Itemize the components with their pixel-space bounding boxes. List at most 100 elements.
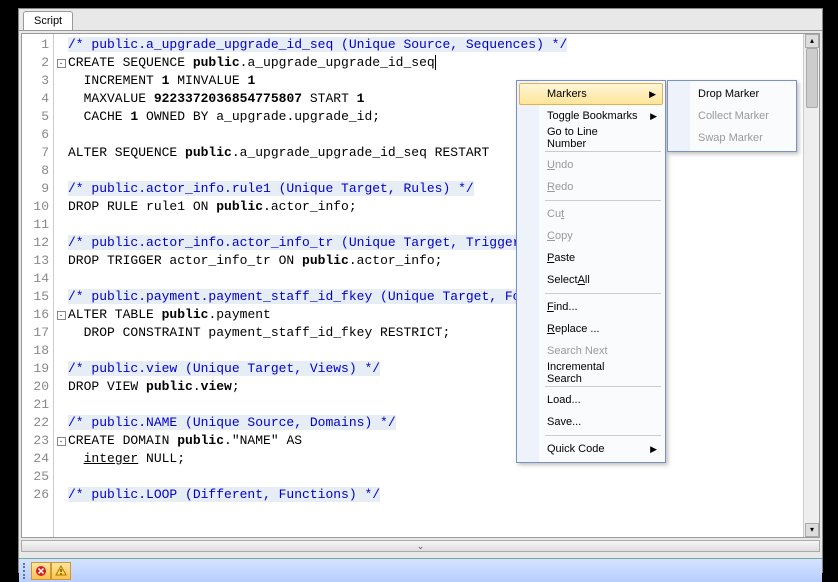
menu-item-collect-marker: Collect Marker [670,105,794,127]
code-line[interactable]: DROP VIEW public.view; [68,378,803,396]
menu-item-drop-marker[interactable]: Drop Marker [670,83,794,105]
code-line[interactable]: /* public.actor_info.actor_info_tr (Uniq… [68,234,803,252]
vertical-scrollbar[interactable]: ▴ ▾ [803,34,819,537]
code-line[interactable]: DROP RULE rule1 ON public.actor_info; [68,198,803,216]
code-line[interactable] [68,468,803,486]
menu-item-paste[interactable]: Paste [519,247,663,269]
code-line[interactable]: /* public.LOOP (Different, Functions) */ [68,486,803,504]
code-line[interactable]: ALTER TABLE public.payment [68,306,803,324]
menu-item-load[interactable]: Load... [519,389,663,411]
menu-item-select-all[interactable]: Select All [519,269,663,291]
submenu-arrow-icon: ▶ [650,111,657,122]
line-number: 10 [22,198,53,216]
line-number: 19 [22,360,53,378]
code-line[interactable]: integer NULL; [68,450,803,468]
menu-item-redo: Redo [519,176,663,198]
fold-cell [54,486,68,504]
line-number: 8 [22,162,53,180]
code-line[interactable]: /* public.actor_info.rule1 (Unique Targe… [68,180,803,198]
line-number: 5 [22,108,53,126]
fold-cell: - [54,306,68,324]
fold-cell [54,234,68,252]
line-number: 21 [22,396,53,414]
fold-cell [54,252,68,270]
line-number: 25 [22,468,53,486]
fold-cell: - [54,432,68,450]
chevron-down-icon: ⌄ [417,541,425,552]
line-number: 9 [22,180,53,198]
code-line[interactable]: DROP TRIGGER actor_info_tr ON public.act… [68,252,803,270]
menu-separator [545,386,661,387]
line-number: 7 [22,144,53,162]
code-line[interactable] [68,270,803,288]
fold-toggle[interactable]: - [57,59,66,68]
warning-button[interactable] [51,562,71,580]
line-number: 13 [22,252,53,270]
tab-script[interactable]: Script [23,11,73,30]
context-menu[interactable]: Markers▶Toggle Bookmarks▶Go to Line Numb… [516,80,666,463]
scroll-up-button[interactable]: ▴ [805,34,819,48]
fold-cell [54,90,68,108]
fold-cell [54,342,68,360]
status-bar [19,558,822,582]
fold-cell [54,378,68,396]
code-line[interactable]: CREATE SEQUENCE public.a_upgrade_upgrade… [68,54,803,72]
menu-item-markers[interactable]: Markers▶ [519,83,663,105]
line-number: 22 [22,414,53,432]
tab-bar: Script [19,9,822,31]
fold-cell [54,108,68,126]
menu-item-save[interactable]: Save... [519,411,663,433]
fold-cell [54,414,68,432]
markers-submenu[interactable]: Drop MarkerCollect MarkerSwap Marker [667,80,797,152]
error-button[interactable] [31,562,51,580]
scroll-down-button[interactable]: ▾ [805,523,819,537]
fold-cell [54,468,68,486]
menu-item-swap-marker: Swap Marker [670,127,794,149]
line-number: 1 [22,36,53,54]
panel-collapse-bar[interactable]: ⌄ [21,540,820,552]
menu-item-quick-code[interactable]: Quick Code▶ [519,438,663,460]
fold-cell [54,288,68,306]
menu-separator [545,151,661,152]
code-line[interactable]: /* public.a_upgrade_upgrade_id_seq (Uniq… [68,36,803,54]
code-line[interactable] [68,396,803,414]
scroll-thumb[interactable] [806,48,818,108]
code-line[interactable]: /* public.NAME (Unique Source, Domains) … [68,414,803,432]
warning-icon [55,565,67,577]
line-number: 14 [22,270,53,288]
menu-item-replace[interactable]: Replace ... [519,318,663,340]
code-line[interactable] [68,216,803,234]
fold-cell [54,144,68,162]
code-line[interactable]: /* public.view (Unique Target, Views) */ [68,360,803,378]
line-number: 24 [22,450,53,468]
line-number: 23 [22,432,53,450]
line-number: 11 [22,216,53,234]
menu-item-find[interactable]: Find... [519,296,663,318]
menu-item-go-to-line-number[interactable]: Go to Line Number [519,127,663,149]
line-number: 26 [22,486,53,504]
error-icon [35,565,47,577]
fold-cell [54,324,68,342]
menu-item-incremental-search[interactable]: Incremental Search [519,362,663,384]
code-line[interactable] [68,162,803,180]
menu-item-copy: Copy [519,225,663,247]
fold-toggle[interactable]: - [57,311,66,320]
code-line[interactable]: /* public.payment.payment_staff_id_fkey … [68,288,803,306]
code-line[interactable]: CREATE DOMAIN public."NAME" AS [68,432,803,450]
line-number: 15 [22,288,53,306]
line-number: 12 [22,234,53,252]
submenu-arrow-icon: ▶ [649,89,656,100]
line-number: 4 [22,90,53,108]
code-line[interactable]: DROP CONSTRAINT payment_staff_id_fkey RE… [68,324,803,342]
fold-cell [54,216,68,234]
menu-item-search-next: Search Next [519,340,663,362]
grip-icon [23,563,29,579]
fold-cell [54,396,68,414]
fold-cell [54,270,68,288]
line-number: 3 [22,72,53,90]
fold-cell [54,162,68,180]
code-line[interactable] [68,342,803,360]
fold-toggle[interactable]: - [57,437,66,446]
fold-cell [54,126,68,144]
menu-item-toggle-bookmarks[interactable]: Toggle Bookmarks▶ [519,105,663,127]
